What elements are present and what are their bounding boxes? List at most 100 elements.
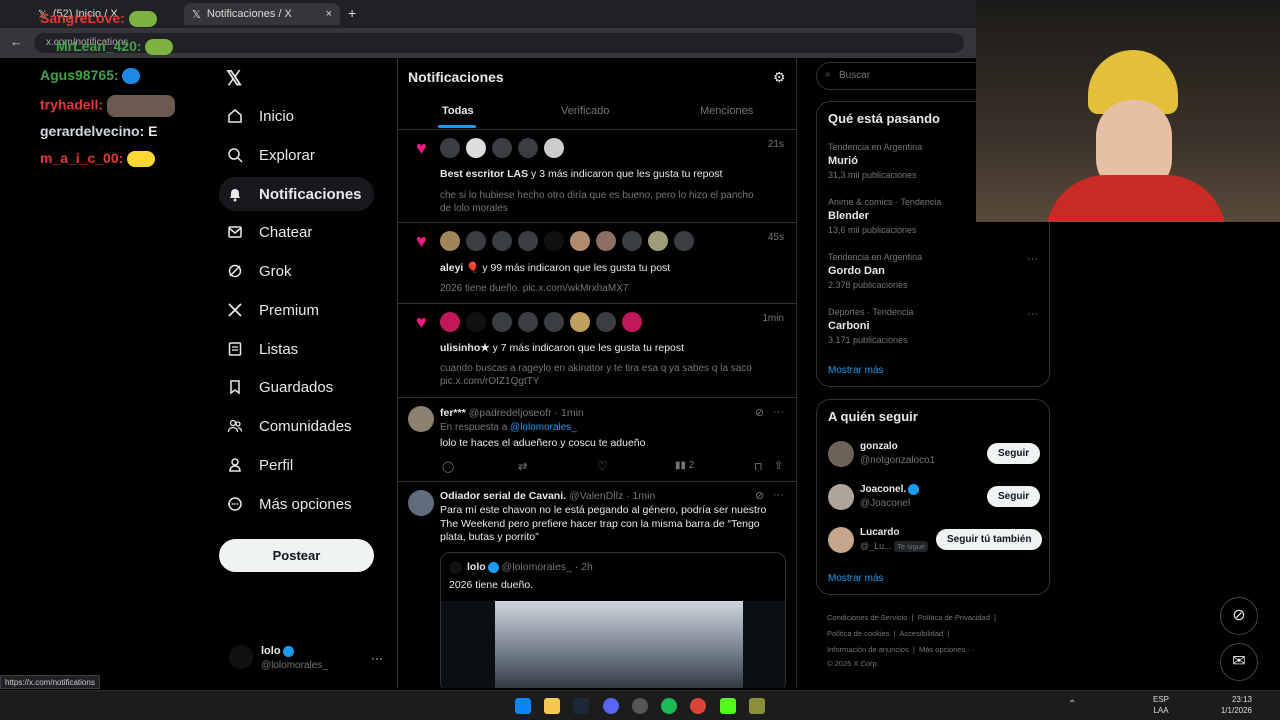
nav-notificaciones[interactable]: Notificaciones [219, 177, 374, 211]
avatar [492, 312, 512, 332]
clock[interactable]: 23:13 1/1/2026 [1216, 694, 1252, 716]
follow-button[interactable]: Seguir [987, 486, 1041, 507]
trend-item[interactable]: Tendencia en Argentina Gordo Dan 2.378 pub… [828, 252, 922, 290]
quote-media[interactable] [441, 601, 785, 688]
follow-show-more[interactable]: Mostrar más [828, 573, 884, 584]
language-indicator[interactable]: ESP LAA [1153, 694, 1169, 716]
footer-link[interactable]: Política de cookies [827, 629, 890, 638]
nav-comunidades[interactable]: Comunidades [219, 409, 364, 443]
avatar[interactable] [408, 490, 434, 516]
tab-notificaciones[interactable]: 𝕏 Notificaciones / X × [184, 3, 340, 25]
settings-gear-icon[interactable]: ⚙ [773, 69, 786, 86]
trend-more-icon[interactable]: ··· [1027, 308, 1038, 320]
grok-action-icon[interactable]: ⊘ [755, 406, 764, 419]
follow-name-text: Joaconel. [860, 484, 907, 496]
trend-item[interactable]: Tendencia en Argentina Murió 31,3 mil publ… [828, 142, 922, 180]
footer-link[interactable]: Más opciones ··· [919, 645, 975, 654]
avatar[interactable] [828, 484, 854, 510]
close-tab-icon[interactable]: × [326, 8, 332, 20]
page-title: Notificaciones [408, 69, 504, 85]
nav-mas-opciones[interactable]: Más opciones [219, 487, 364, 521]
account-more-icon[interactable]: ··· [371, 651, 383, 665]
tab-todas[interactable]: Todas [442, 105, 474, 117]
tray-chevron-icon[interactable]: ⌃ [1068, 699, 1076, 710]
trend-count: 2.378 publicaciones [828, 280, 908, 290]
chrome-icon[interactable] [690, 698, 706, 714]
nav-guardados[interactable]: Guardados [219, 370, 345, 404]
file-explorer-icon[interactable] [544, 698, 560, 714]
notification-item[interactable]: ♥ 1min ulisinho★ y 7 más indicaron que l… [398, 304, 796, 398]
more-icon[interactable]: ··· [773, 406, 784, 418]
app2-icon[interactable] [749, 698, 765, 714]
tab-menciones[interactable]: Menciones [700, 105, 753, 117]
notification-item[interactable]: ♥ 45s aleyi 🎈 y 99 más indicaron que les… [398, 223, 796, 304]
search-input[interactable]: ⌕ Buscar [816, 62, 986, 90]
discord-icon[interactable] [603, 698, 619, 714]
like-icon[interactable]: ♡ [597, 459, 608, 473]
steam-icon[interactable] [573, 698, 589, 714]
footer-link[interactable]: Accesibilidad [899, 629, 943, 638]
more-icon[interactable]: ··· [773, 489, 784, 501]
notification-user[interactable]: Best escritor LAS [440, 168, 528, 180]
app-icon[interactable] [632, 698, 648, 714]
messages-float-icon[interactable]: ✉ [1220, 643, 1258, 681]
spotify-icon[interactable] [661, 698, 677, 714]
chat-line: gerardelvecino: E [40, 123, 158, 139]
nav-perfil[interactable]: Perfil [219, 448, 305, 482]
avatar[interactable] [408, 406, 434, 432]
address-bar[interactable]: x.com/notifications [34, 33, 964, 53]
notification-user[interactable]: ulisinho★ [440, 342, 490, 354]
reply-meta: @padredeljoseofr · 1min [468, 407, 584, 419]
back-icon[interactable]: ← [10, 34, 23, 49]
trend-item[interactable]: Deportes · Tendencia Carboni 3.171 publica… [828, 307, 913, 345]
grok-action-icon[interactable]: ⊘ [755, 489, 764, 502]
new-tab-button[interactable]: + [348, 5, 356, 21]
footer-link[interactable]: Política de Privacidad [918, 613, 990, 622]
kick-icon[interactable] [720, 698, 736, 714]
post-button[interactable]: Postear [219, 539, 374, 572]
account-name-text: lolo [261, 645, 281, 657]
account-avatar[interactable] [229, 645, 253, 669]
nav-chatear[interactable]: Chatear [219, 215, 324, 249]
reply-author[interactable]: fer*** [440, 407, 466, 419]
nav-listas[interactable]: Listas [219, 332, 310, 366]
avatar[interactable] [828, 527, 854, 553]
share-icon[interactable]: ⇪ [774, 459, 783, 472]
tweet-item[interactable]: Odiador serial de Cavani. @ValenDllz · 1… [398, 482, 796, 688]
reply-mention[interactable]: @lolomorales_ [510, 422, 577, 433]
trend-item[interactable]: Anime & comics · Tendencia Blender 13,6 mi… [828, 197, 941, 235]
footer-link[interactable]: Condiciones de Servicio [827, 613, 907, 622]
tweet-author[interactable]: Odiador serial de Cavani. [440, 490, 566, 502]
follow-name[interactable]: gonzalo [860, 441, 898, 452]
trend-more-icon[interactable]: ··· [1027, 253, 1038, 265]
bookmark-action-icon[interactable]: ⊓ [754, 460, 763, 473]
tab-label: Notificaciones / X [206, 8, 292, 20]
comment-icon[interactable]: ◯ [442, 460, 454, 473]
quoted-tweet[interactable]: lolo @lolomorales_ · 2h 2026 tiene dueño… [440, 552, 786, 688]
follow-button[interactable]: Seguir [987, 443, 1041, 464]
nav-premium[interactable]: Premium [219, 293, 331, 327]
repost-icon[interactable]: ⇄ [518, 460, 527, 473]
footer-link[interactable]: Información de anuncios [827, 645, 909, 654]
avatar[interactable] [828, 441, 854, 467]
x-logo-icon[interactable]: 𝕏 [226, 66, 242, 91]
nav-inicio[interactable]: Inicio [219, 99, 306, 133]
notification-time: 45s [767, 232, 784, 243]
notification-snippet: 2026 tiene dueño. pic.x.com/wkMrxhaMX7 [440, 283, 629, 294]
follow-name[interactable]: Joaconel. [860, 484, 920, 496]
follow-back-button[interactable]: Seguir tú también [936, 529, 1043, 550]
notification-user[interactable]: aleyi [440, 262, 463, 274]
trends-show-more[interactable]: Mostrar más [828, 365, 884, 376]
quote-author[interactable]: lolo [467, 561, 486, 573]
follow-name[interactable]: Lucardo [860, 527, 899, 538]
chat-line: MrLean_420: [56, 38, 174, 56]
grok-float-icon[interactable]: ⊘ [1220, 597, 1258, 635]
reply-item[interactable]: fer*** @padredeljoseofr · 1min ⊘ ··· En … [398, 398, 796, 482]
start-icon[interactable] [515, 698, 531, 714]
nav-grok[interactable]: Grok [219, 254, 304, 288]
account-name[interactable]: lolo [261, 645, 294, 657]
tab-verificado[interactable]: Verificado [561, 105, 609, 117]
notification-item[interactable]: ♥ 21s Best escritor LAS y 3 más indicaro… [398, 130, 796, 223]
nav-explorar[interactable]: Explorar [219, 138, 327, 172]
views-stat[interactable]: ▮▮ 2 [675, 460, 694, 471]
